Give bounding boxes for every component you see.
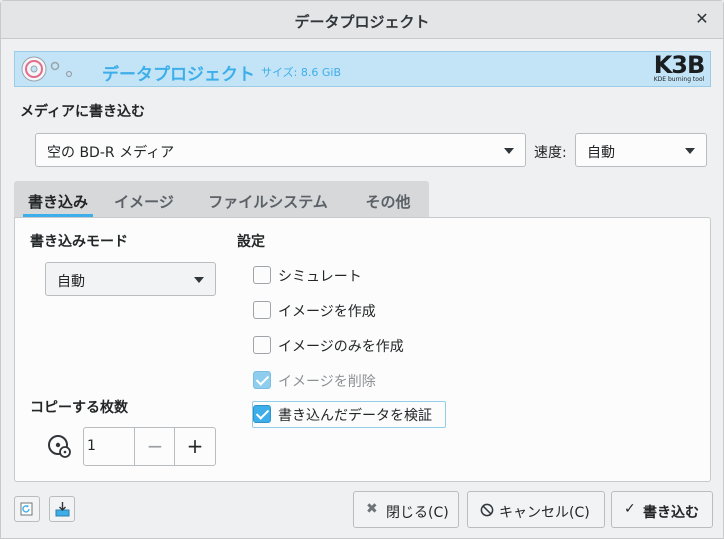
close-x-icon: ✖ xyxy=(366,501,378,517)
k3b-logo: K3B KDE burning tool xyxy=(652,53,706,85)
tab-writing[interactable]: 書き込み xyxy=(20,181,96,217)
writing-mode-select[interactable]: 自動 xyxy=(45,262,216,296)
cancel-button-label: キャンセル(C) xyxy=(499,505,590,521)
tab-filesystem[interactable]: ファイルシステム xyxy=(200,181,336,217)
medium-select[interactable]: 空の BD-R メディア xyxy=(35,133,526,167)
burn-button[interactable]: ✓ 書き込む xyxy=(611,491,713,528)
tab-label: 書き込み xyxy=(27,193,88,211)
cancel-circle-icon xyxy=(480,503,494,517)
tab-bar: 書き込み イメージ ファイルシステム その他 xyxy=(14,181,429,217)
cancel-button[interactable]: キャンセル(C) xyxy=(467,491,605,528)
window-title: データプロジェクト xyxy=(294,13,430,31)
create-image-checkbox[interactable] xyxy=(253,301,271,319)
writing-mode-value: 自動 xyxy=(57,274,85,290)
burn-button-label: 書き込む xyxy=(643,505,699,521)
chevron-down-icon xyxy=(685,148,695,154)
only-create-image-checkbox[interactable] xyxy=(253,336,271,354)
remove-image-label: イメージを削除 xyxy=(278,374,376,390)
burn-dialog-window: データプロジェクト ✕ データプロジェクト サイズ: 8.6 GiB K3B K… xyxy=(0,0,724,539)
writing-mode-label: 書き込みモード xyxy=(30,234,128,250)
copies-spinbox[interactable]: 1 − + xyxy=(83,427,216,466)
increment-button[interactable]: + xyxy=(176,434,214,458)
settings-label: 設定 xyxy=(237,234,265,250)
simulate-checkbox[interactable] xyxy=(253,266,271,284)
reload-defaults-icon xyxy=(20,502,33,516)
verify-data-checkbox[interactable] xyxy=(253,405,271,423)
checkmark-icon: ✓ xyxy=(624,501,636,517)
media-section-label: メディアに書き込む xyxy=(20,104,146,120)
tab-label: その他 xyxy=(365,193,411,211)
save-settings-button[interactable] xyxy=(49,496,75,522)
spinbox-divider xyxy=(174,428,175,465)
decrement-button[interactable]: − xyxy=(136,434,174,458)
tab-image[interactable]: イメージ xyxy=(106,181,182,217)
tab-label: イメージ xyxy=(114,193,174,211)
spinbox-divider xyxy=(134,428,135,465)
copies-value: 1 xyxy=(87,438,96,454)
title-bar[interactable]: データプロジェクト ✕ xyxy=(1,1,723,39)
window-close-icon[interactable]: ✕ xyxy=(693,10,711,28)
logo-tagline: KDE burning tool xyxy=(653,76,705,83)
close-button[interactable]: ✖ 閉じる(C) xyxy=(353,491,459,528)
remove-image-checkbox[interactable] xyxy=(253,371,271,389)
tab-label: ファイルシステム xyxy=(208,193,328,211)
speed-select-value: 自動 xyxy=(587,145,615,161)
medium-select-value: 空の BD-R メディア xyxy=(47,145,175,161)
only-create-image-label: イメージのみを作成 xyxy=(278,339,404,355)
optical-disc-icon xyxy=(21,56,47,82)
disc-copies-icon xyxy=(48,435,71,458)
verify-data-label: 書き込んだデータを検証 xyxy=(278,408,432,424)
logo-text: K3B xyxy=(653,51,706,79)
reload-defaults-button[interactable] xyxy=(14,496,40,522)
project-banner: データプロジェクト サイズ: 8.6 GiB K3B KDE burning t… xyxy=(14,51,711,87)
simulate-label: シミュレート xyxy=(278,269,362,285)
tab-misc[interactable]: その他 xyxy=(354,181,422,217)
speed-select[interactable]: 自動 xyxy=(575,133,707,167)
project-size: サイズ: 8.6 GiB xyxy=(261,66,341,79)
create-image-label: イメージを作成 xyxy=(278,304,376,320)
chevron-down-icon xyxy=(194,277,204,283)
save-settings-icon xyxy=(55,502,70,517)
chevron-down-icon xyxy=(504,148,514,154)
copies-label: コピーする枚数 xyxy=(30,400,128,416)
speed-label: 速度: xyxy=(534,145,567,161)
project-name: データプロジェクト xyxy=(102,65,255,85)
close-button-label: 閉じる(C) xyxy=(386,505,449,521)
sparkle-decoration-icon xyxy=(50,61,73,78)
